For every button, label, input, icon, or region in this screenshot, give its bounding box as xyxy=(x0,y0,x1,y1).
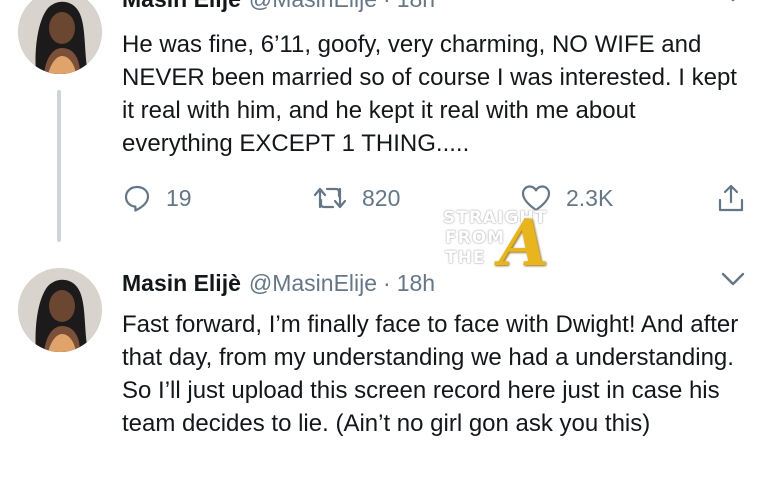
chevron-down-icon[interactable] xyxy=(720,270,746,288)
avatar[interactable] xyxy=(18,0,102,74)
tweet-text: He was fine, 6’11, goofy, very charming,… xyxy=(122,31,737,157)
user-handle[interactable]: @MasinElije xyxy=(249,0,377,13)
thread-connector-line xyxy=(57,90,61,242)
share-button[interactable] xyxy=(716,176,746,220)
timestamp[interactable]: 18h xyxy=(397,270,435,297)
tweet-2[interactable]: Masin Elijè @MasinElije · 18h Fast forwa… xyxy=(0,262,768,477)
share-icon xyxy=(718,184,744,212)
display-name[interactable]: Masin Elijè xyxy=(122,270,241,297)
reply-icon xyxy=(124,185,150,212)
retweet-button[interactable]: 820 xyxy=(312,176,400,220)
separator-dot: · xyxy=(383,269,391,296)
heart-icon xyxy=(521,185,551,212)
retweet-count: 820 xyxy=(362,184,401,211)
timestamp[interactable]: 18h xyxy=(397,0,435,13)
tweet-text: Fast forward, I’m finally face to face w… xyxy=(122,311,739,437)
avatar[interactable] xyxy=(18,268,102,352)
display-name[interactable]: Masin Elije xyxy=(122,0,241,13)
like-count: 2.3K xyxy=(566,184,614,211)
chevron-down-icon[interactable] xyxy=(720,0,746,4)
tweet-header: Masin Elije @MasinElije · 18h xyxy=(122,0,748,16)
tweet-header: Masin Elijè @MasinElije · 18h xyxy=(122,266,748,300)
tweet-1[interactable]: Masin Elije @MasinElije · 18h He was fin… xyxy=(0,0,768,248)
like-button[interactable]: 2.3K xyxy=(520,176,613,220)
retweet-icon xyxy=(313,187,347,209)
separator-dot: · xyxy=(383,0,391,13)
avatar-image xyxy=(18,268,102,352)
user-handle[interactable]: @MasinElije xyxy=(249,270,377,297)
reply-count: 19 xyxy=(166,184,192,211)
reply-button[interactable]: 19 xyxy=(122,176,192,220)
avatar-image xyxy=(18,0,102,74)
tweet-actions: 19 820 2.3K xyxy=(122,176,752,220)
